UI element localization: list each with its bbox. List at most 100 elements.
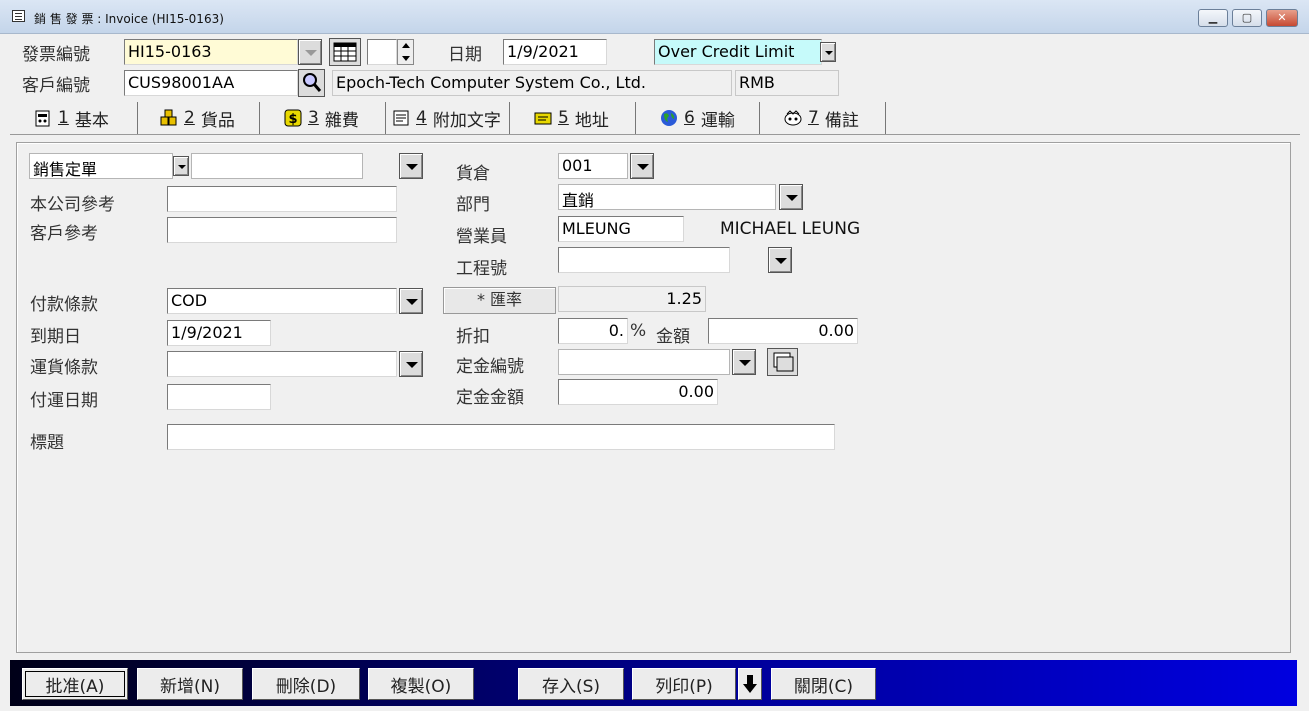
order-ref-dropdown[interactable] <box>399 153 423 179</box>
ship-date-field[interactable] <box>167 384 271 410</box>
customer-ref-field[interactable] <box>167 217 397 243</box>
approve-button[interactable]: 批准(A) <box>22 668 128 700</box>
department-select[interactable]: 直銷 <box>558 184 776 210</box>
customer-no-field[interactable]: CUS98001AA <box>124 70 298 96</box>
warehouse-label: 貨倉 <box>456 164 490 184</box>
customer-name-field: Epoch-Tech Computer System Co., Ltd. <box>332 70 732 96</box>
tab-basic[interactable]: 1 基本 <box>10 102 138 134</box>
arrow-down-icon <box>743 675 757 693</box>
invoice-spinner[interactable] <box>397 39 414 65</box>
subject-field[interactable] <box>167 424 835 450</box>
tab-strip-line <box>10 134 1300 135</box>
credit-status-dropdown[interactable] <box>820 42 836 62</box>
tab-goods[interactable]: 2 貨品 <box>138 102 260 134</box>
invoice-seq-field[interactable] <box>367 39 397 65</box>
delete-button[interactable]: 刪除(D) <box>252 668 360 700</box>
deposit-no-label: 定金編號 <box>456 357 524 377</box>
due-date-label: 到期日 <box>30 327 81 347</box>
tab-label: 貨品 <box>200 110 235 131</box>
payment-terms-dropdown[interactable] <box>399 288 423 314</box>
invoice-no-dropdown[interactable] <box>298 39 322 65</box>
print-button[interactable]: 列印(P) <box>632 668 736 700</box>
maximize-button[interactable]: ▢ <box>1232 9 1262 27</box>
notepad-icon <box>393 110 409 126</box>
invoice-no-field[interactable]: HI15-0163 <box>124 39 298 65</box>
order-type-dropdown[interactable] <box>173 156 189 176</box>
salesman-code-field[interactable]: MLEUNG <box>558 216 684 242</box>
tab-number: 7 <box>808 108 819 128</box>
goods-icon <box>160 109 177 126</box>
tab-number: 6 <box>684 108 695 128</box>
freight-terms-select[interactable] <box>167 351 397 377</box>
tab-extra-text[interactable]: 4 附加文字 <box>386 102 510 134</box>
payment-terms-label: 付款條款 <box>30 295 98 315</box>
close-button[interactable]: 關閉(C) <box>771 668 876 700</box>
department-dropdown[interactable] <box>779 184 803 210</box>
invoice-no-label: 發票編號 <box>22 45 90 65</box>
exchange-rate-button[interactable]: * 匯率 <box>443 287 556 314</box>
tab-label: 基本 <box>74 110 109 131</box>
warehouse-select[interactable]: 001 <box>558 153 628 179</box>
date-field[interactable]: 1/9/2021 <box>503 39 607 65</box>
spinner-down-icon[interactable] <box>402 56 410 61</box>
order-ref-select[interactable] <box>191 153 363 179</box>
window-icon <box>12 10 25 22</box>
order-type-select[interactable]: 銷售定單 <box>29 153 173 179</box>
deposit-amount-field[interactable]: 0.00 <box>558 379 718 405</box>
tab-misc-charges[interactable]: $ 3 雜費 <box>260 102 386 134</box>
window-title: 銷 售 發 票 : Invoice (HI15-0163) <box>34 12 224 26</box>
print-options-button[interactable] <box>738 668 762 700</box>
close-window-button[interactable]: ✕ <box>1266 9 1298 27</box>
salesman-label: 營業員 <box>456 227 507 247</box>
minimize-button[interactable]: ▁ <box>1198 9 1228 27</box>
basic-icon <box>35 110 50 127</box>
tab-label: 備註 <box>824 110 859 131</box>
lookup-icon <box>303 73 322 92</box>
remark-icon <box>784 110 802 126</box>
due-date-field[interactable]: 1/9/2021 <box>167 320 271 346</box>
calendar-button[interactable] <box>329 38 361 66</box>
tab-label: 地址 <box>574 110 609 131</box>
tab-shipping[interactable]: 6 運輸 <box>636 102 760 134</box>
credit-status-select[interactable]: Over Credit Limit <box>654 39 822 65</box>
ship-date-label: 付運日期 <box>30 391 98 411</box>
warehouse-dropdown[interactable] <box>630 153 654 179</box>
customer-ref-label: 客戶參考 <box>30 224 98 244</box>
deposit-no-dropdown[interactable] <box>732 349 756 375</box>
payment-terms-select[interactable]: COD <box>167 288 397 314</box>
project-label: 工程號 <box>456 259 507 279</box>
freight-terms-label: 運貨條款 <box>30 358 98 378</box>
currency-field: RMB <box>735 70 839 96</box>
department-label: 部門 <box>456 195 490 215</box>
tab-number: 2 <box>184 108 195 128</box>
company-ref-field[interactable] <box>167 186 397 212</box>
tab-label: 雜費 <box>324 110 359 131</box>
amount-field[interactable]: 0.00 <box>708 318 858 344</box>
new-button[interactable]: 新增(N) <box>137 668 243 700</box>
subject-label: 標題 <box>30 433 64 453</box>
salesman-name: MICHAEL LEUNG <box>720 219 861 239</box>
tab-number: 3 <box>308 108 319 128</box>
tab-remarks[interactable]: 7 備註 <box>760 102 886 134</box>
tab-address[interactable]: 5 地址 <box>510 102 636 134</box>
company-ref-label: 本公司參考 <box>30 195 115 215</box>
svg-text:$: $ <box>288 112 297 127</box>
date-label: 日期 <box>448 45 482 65</box>
customer-lookup-button[interactable] <box>298 69 325 97</box>
deposit-amount-label: 定金金額 <box>456 388 524 408</box>
customer-no-label: 客戶編號 <box>22 76 90 96</box>
project-select[interactable] <box>558 247 730 273</box>
discount-field[interactable]: 0. <box>558 318 628 344</box>
copy-icon <box>773 352 794 372</box>
tab-label: 附加文字 <box>432 110 501 131</box>
spinner-up-icon[interactable] <box>402 43 410 48</box>
save-button[interactable]: 存入(S) <box>518 668 624 700</box>
project-dropdown[interactable] <box>768 247 792 273</box>
freight-terms-dropdown[interactable] <box>399 351 423 377</box>
copy-button[interactable]: 複製(O) <box>368 668 474 700</box>
tab-label: 運輸 <box>700 110 735 131</box>
deposit-detail-button[interactable] <box>767 348 798 376</box>
discount-label: 折扣 <box>456 327 490 347</box>
calendar-icon <box>333 42 357 62</box>
deposit-no-select[interactable] <box>558 349 730 375</box>
